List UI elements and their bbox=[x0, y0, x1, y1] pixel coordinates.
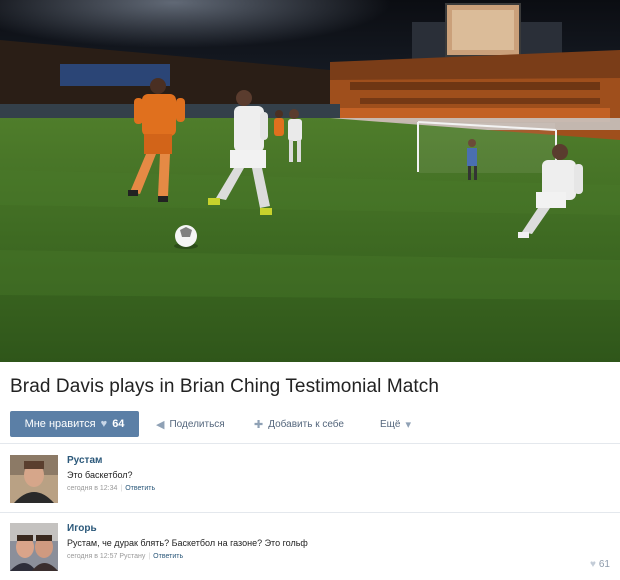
player-orange-distant bbox=[274, 110, 284, 136]
avatar[interactable] bbox=[10, 455, 58, 503]
comment-like-button[interactable]: ♥ 61 bbox=[590, 559, 610, 570]
comment-meta: сегодня в 12:34 | Ответить bbox=[67, 485, 156, 492]
actions-bar: Мне нравится ♥ 64 ◀ Поделиться ✚ Добавит… bbox=[10, 411, 610, 437]
share-button[interactable]: ◀ Поделиться bbox=[156, 411, 225, 437]
add-to-mine-button[interactable]: ✚ Добавить к себе bbox=[254, 411, 344, 437]
comment-time[interactable]: сегодня в 12:34 bbox=[67, 485, 117, 492]
comment-time[interactable]: сегодня в 12:57 bbox=[67, 553, 117, 560]
chevron-down-icon: ▾ bbox=[405, 418, 411, 431]
reply-button[interactable]: Ответить bbox=[125, 485, 155, 492]
comment-author[interactable]: Игорь bbox=[67, 523, 97, 534]
like-label: Мне нравится bbox=[24, 418, 96, 430]
like-count: 64 bbox=[112, 418, 125, 430]
comment-item: Рустам Это баскетбол? сегодня в 12:34 | От… bbox=[10, 455, 610, 507]
like-button[interactable]: Мне нравится ♥ 64 bbox=[10, 411, 139, 437]
comment-reply-to[interactable]: Рустану bbox=[119, 553, 145, 560]
reply-button[interactable]: Ответить bbox=[153, 553, 183, 560]
megaphone-icon: ◀ bbox=[156, 418, 165, 431]
comment-author[interactable]: Рустам bbox=[67, 455, 102, 466]
add-label: Добавить к себе bbox=[268, 418, 344, 430]
video-title: Brad Davis plays in Brian Ching Testimon… bbox=[10, 376, 440, 397]
divider bbox=[0, 512, 620, 513]
more-label: Ещё bbox=[380, 418, 401, 430]
more-button[interactable]: Ещё ▾ bbox=[380, 411, 411, 437]
plus-icon: ✚ bbox=[254, 418, 264, 431]
video-player[interactable] bbox=[0, 0, 620, 362]
video-frame bbox=[0, 0, 620, 362]
heart-icon: ♥ bbox=[100, 418, 108, 430]
heart-icon: ♥ bbox=[589, 559, 596, 570]
avatar[interactable] bbox=[10, 523, 58, 571]
share-label: Поделиться bbox=[169, 418, 225, 430]
comment-text: Это баскетбол? bbox=[67, 470, 133, 480]
comment-item: Игорь Рустам, че дурак блять? Баскетбол … bbox=[10, 523, 610, 575]
comment-like-count: 61 bbox=[598, 559, 610, 570]
divider bbox=[0, 443, 620, 444]
comment-meta: сегодня в 12:57 Рустану | Ответить bbox=[67, 553, 184, 560]
comment-text: Рустам, че дурак блять? Баскетбол на газ… bbox=[67, 538, 308, 548]
